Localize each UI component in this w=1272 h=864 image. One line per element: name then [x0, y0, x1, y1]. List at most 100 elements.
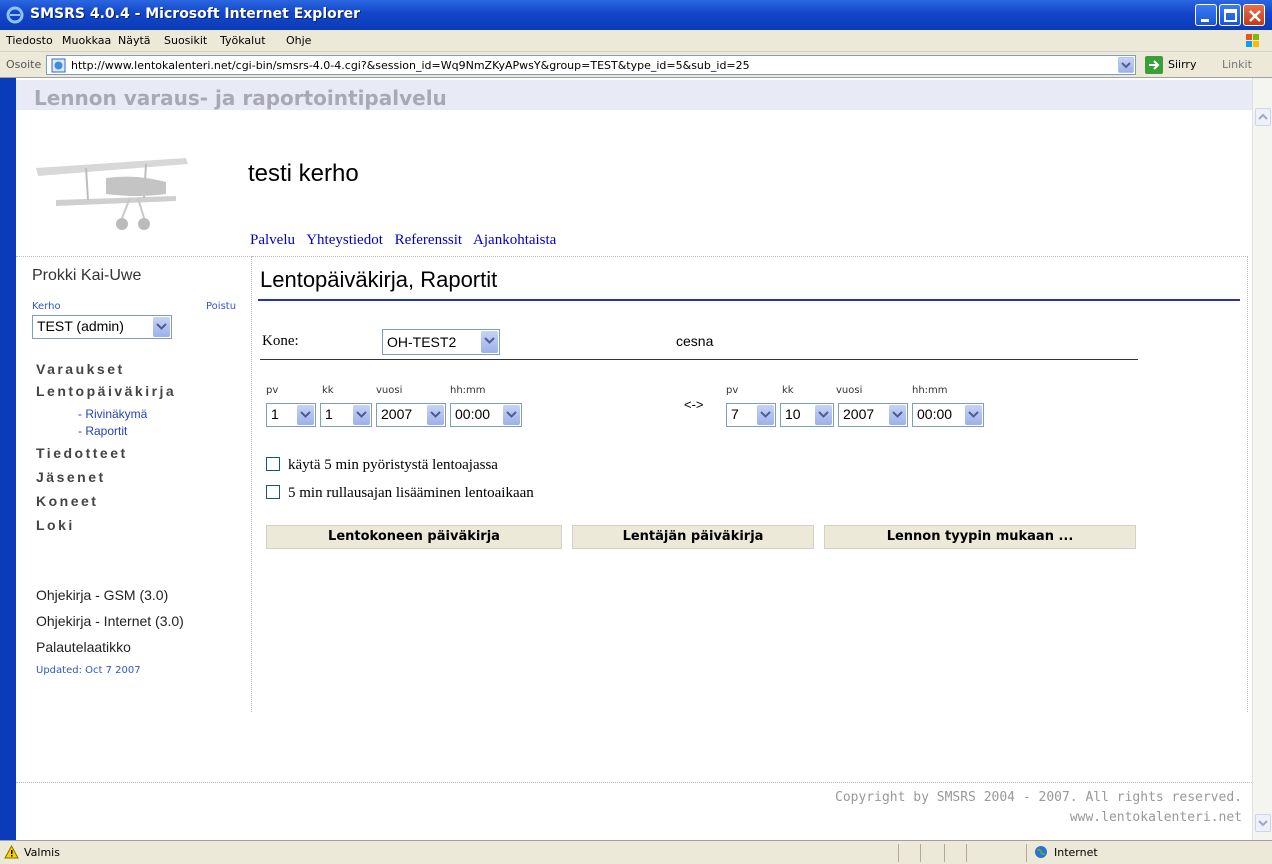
to-time-value: 00:00 — [917, 406, 953, 422]
windows-logo-icon — [1246, 34, 1259, 47]
sidebar-item-koneet[interactable]: Koneet — [36, 493, 98, 509]
status-separator — [944, 844, 945, 862]
help-internet-link[interactable]: Ohjekirja - Internet (3.0) — [36, 613, 184, 629]
taxi-time-option: 5 min rullausajan lisääminen lentoaikaan — [266, 485, 534, 502]
taxi-time-checkbox-label: 5 min rullausajan lisääminen lentoaikaan — [288, 485, 534, 501]
address-input[interactable]: http://www.lentokalenteri.net/cgi-bin/sm… — [46, 55, 1136, 75]
status-separator — [966, 844, 967, 862]
top-nav: Palvelu Yhteystiedot Referenssit Ajankoh… — [250, 232, 564, 249]
from-time-label: hh:mm — [450, 385, 486, 396]
taxi-time-checkbox[interactable] — [266, 485, 280, 499]
sidebar-item-lentopaivakirja[interactable]: Lentopäiväkirja — [36, 383, 176, 399]
chevron-down-icon — [300, 411, 311, 418]
updated-text: Updated: Oct 7 2007 — [36, 665, 141, 676]
page-icon — [51, 58, 66, 73]
page-title: Lentopäiväkirja, Raportit — [260, 267, 498, 292]
chevron-down-icon — [892, 411, 903, 418]
vertical-scrollbar[interactable] — [1252, 78, 1272, 840]
menu-view[interactable]: Näytä — [118, 34, 151, 47]
close-button[interactable] — [1243, 4, 1265, 26]
logout-link[interactable]: Poistu — [206, 301, 236, 312]
chevron-down-icon — [1121, 62, 1131, 69]
nav-yhteystiedot[interactable]: Yhteystiedot — [306, 232, 383, 248]
chevron-down-icon — [968, 411, 979, 418]
to-pv-select[interactable]: 7 — [726, 403, 776, 427]
menu-file[interactable]: Tiedosto — [6, 34, 53, 47]
rounding-checkbox[interactable] — [266, 457, 280, 471]
to-vuosi-select[interactable]: 2007 — [838, 403, 908, 427]
security-zone: Internet — [1054, 846, 1098, 859]
globe-icon — [1035, 846, 1047, 858]
chevron-down-icon — [356, 411, 367, 418]
flight-type-button[interactable]: Lennon tyypin mukaan ... — [824, 525, 1136, 549]
date-range-separator: <-> — [684, 397, 704, 412]
sidebar-item-loki[interactable]: Loki — [36, 517, 75, 533]
chevron-down-icon — [484, 337, 495, 344]
nav-ajankohtaista[interactable]: Ajankohtaista — [473, 232, 556, 248]
from-kk-select[interactable]: 1 — [320, 403, 372, 427]
pilot-log-button[interactable]: Lentäjän päiväkirja — [572, 525, 814, 549]
window-title-bar: SMSRS 4.0.4 - Microsoft Internet Explore… — [0, 0, 1272, 30]
chevron-up-icon — [1258, 113, 1268, 120]
to-pv-value: 7 — [731, 406, 739, 422]
aircraft-log-button[interactable]: Lentokoneen päiväkirja — [266, 525, 562, 549]
from-pv-select[interactable]: 1 — [266, 403, 316, 427]
chevron-down-icon — [818, 411, 829, 418]
links-button[interactable]: Linkit — [1222, 58, 1252, 71]
from-vuosi-select[interactable]: 2007 — [376, 403, 446, 427]
chevron-down-icon — [506, 411, 517, 418]
minimize-button[interactable] — [1195, 4, 1217, 26]
sidebar-sub-rivinakyma[interactable]: - Rivinäkymä — [78, 407, 147, 421]
warning-icon — [4, 845, 19, 859]
menu-edit[interactable]: Muokkaa — [62, 34, 111, 47]
status-text: Valmis — [24, 846, 60, 859]
address-dropdown-button[interactable] — [1118, 57, 1134, 73]
kone-label: Kone: — [262, 333, 299, 349]
sidebar-item-jasenet[interactable]: Jäsenet — [36, 469, 106, 485]
go-label[interactable]: Siirry — [1168, 58, 1196, 71]
menu-tools[interactable]: Työkalut — [220, 34, 266, 47]
feedback-link[interactable]: Palautelaatikko — [36, 639, 131, 655]
from-pv-value: 1 — [271, 406, 279, 422]
scroll-up-button[interactable] — [1255, 108, 1271, 126]
sidebar-sub-raportit[interactable]: - Raportit — [78, 424, 127, 438]
club-select[interactable]: TEST (admin) — [32, 315, 172, 339]
status-separator — [1026, 844, 1027, 862]
club-select-value: TEST (admin) — [37, 318, 124, 334]
kone-select[interactable]: OH-TEST2 — [382, 329, 500, 355]
kerho-label: Kerho — [32, 301, 61, 312]
chevron-down-icon — [156, 323, 167, 330]
page-content: Lennon varaus- ja raportointipalvelu tes… — [16, 78, 1252, 840]
from-time-select[interactable]: 00:00 — [450, 403, 522, 427]
kone-select-value: OH-TEST2 — [387, 334, 457, 350]
club-name: testi kerho — [248, 160, 359, 187]
sidebar-item-varaukset[interactable]: Varaukset — [36, 361, 125, 377]
to-time-select[interactable]: 00:00 — [912, 403, 984, 427]
help-gsm-link[interactable]: Ohjekirja - GSM (3.0) — [36, 587, 168, 603]
from-vuosi-label: vuosi — [376, 385, 403, 396]
sidebar-item-tiedotteet[interactable]: Tiedotteet — [36, 445, 128, 461]
rounding-option: käytä 5 min pyöristystä lentoajassa — [266, 457, 498, 474]
menu-help[interactable]: Ohje — [286, 34, 311, 47]
to-pv-label: pv — [726, 385, 739, 396]
address-bar: Osoite http://www.lentokalenteri.net/cgi… — [0, 52, 1272, 78]
user-name: Prokki Kai-Uwe — [32, 267, 142, 284]
from-pv-label: pv — [266, 385, 279, 396]
maximize-button[interactable] — [1219, 4, 1241, 26]
kone-description: cesna — [676, 333, 714, 349]
chevron-down-icon — [760, 411, 771, 418]
menu-favorites[interactable]: Suosikit — [164, 34, 207, 47]
to-kk-label: kk — [782, 385, 794, 396]
from-kk-value: 1 — [325, 406, 333, 422]
sidebar: Prokki Kai-Uwe Kerho Poistu TEST (admin)… — [16, 256, 252, 712]
site-header: Lennon varaus- ja raportointipalvelu — [16, 80, 1252, 110]
nav-palvelu[interactable]: Palvelu — [250, 232, 295, 248]
status-bar: Valmis Internet — [0, 840, 1272, 864]
status-separator — [898, 844, 899, 862]
to-kk-select[interactable]: 10 — [780, 403, 834, 427]
arrow-right-icon — [1149, 60, 1160, 70]
nav-referenssit[interactable]: Referenssit — [395, 232, 462, 248]
scroll-down-button[interactable] — [1255, 814, 1271, 832]
go-button[interactable] — [1145, 56, 1163, 74]
window-title: SMSRS 4.0.4 - Microsoft Internet Explore… — [30, 6, 361, 22]
